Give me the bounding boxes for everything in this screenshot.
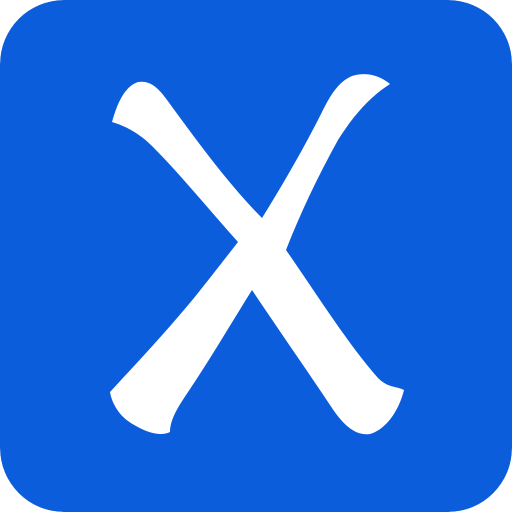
x-mark-icon [0,0,512,512]
app-icon-tile[interactable] [0,0,512,512]
